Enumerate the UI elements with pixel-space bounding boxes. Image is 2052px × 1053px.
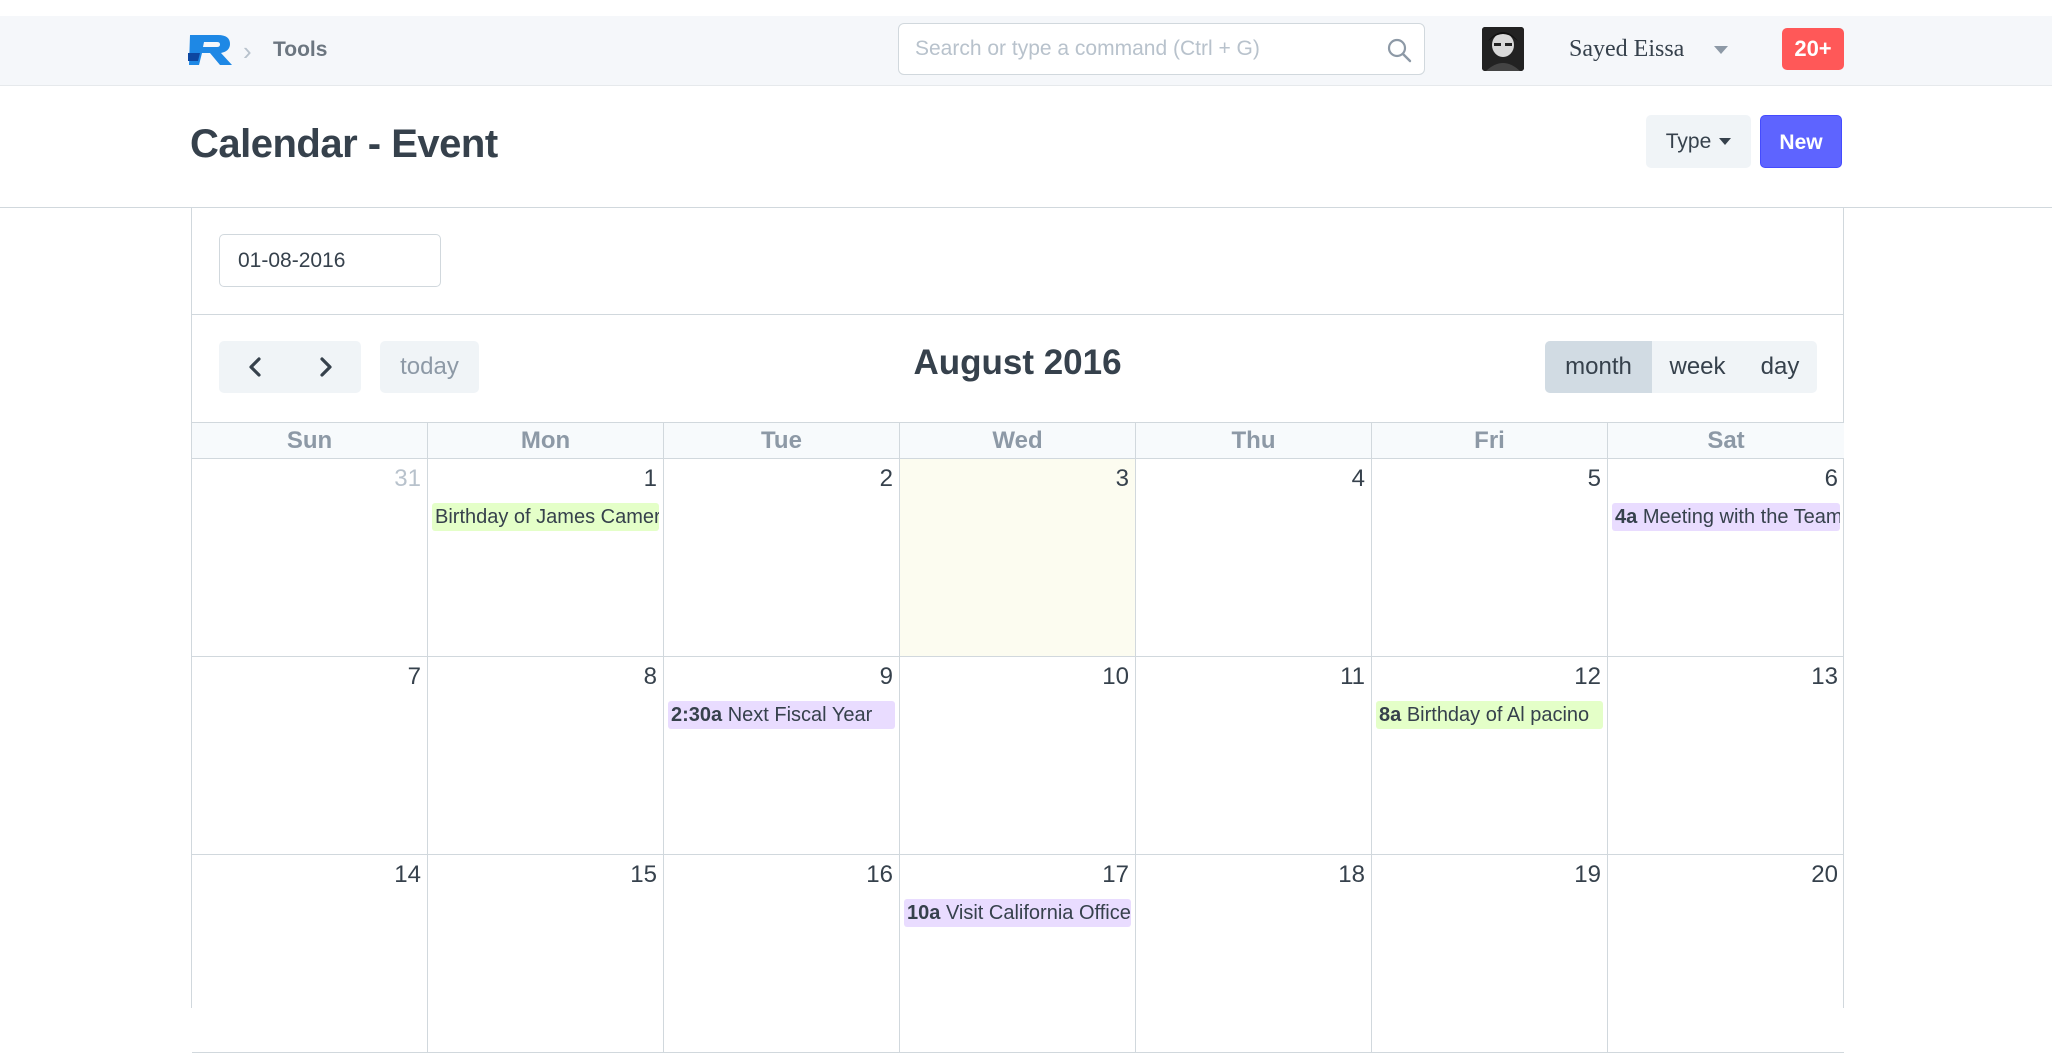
event-time: 4a [1615,506,1638,528]
day-number: 8 [643,663,657,690]
day-number: 12 [1574,663,1601,690]
weekday-header: Sat [1707,427,1745,454]
page-header: Calendar - Event Type New [0,86,2052,208]
search-input[interactable] [915,24,1365,74]
day-cell[interactable]: 20 [1608,855,1844,1052]
week-row: 14 15 16 17 10a Visit California Office 18 19 2… [192,855,1844,1053]
type-dropdown-button[interactable]: Type [1646,115,1751,168]
app-logo-icon[interactable] [188,31,234,67]
day-cell[interactable]: 16 [664,855,900,1052]
day-number: 14 [394,861,421,888]
day-number: 2 [879,465,893,492]
day-number: 6 [1824,465,1838,492]
avatar[interactable] [1482,27,1524,71]
event-title: Birthday of Al pacino [1406,704,1590,726]
month-grid: Sun Mon Tue Wed Thu Fri Sat 31 1 Birthday of Jam… [192,422,1844,1053]
day-cell[interactable]: 7 [192,657,428,854]
calendar-event[interactable]: 4a Meeting with the Team [1612,503,1840,531]
day-number: 19 [1574,861,1601,888]
calendar-event[interactable]: 2:30a Next Fiscal Year [668,701,895,729]
weekday-header: Tue [664,423,900,458]
calendar-event[interactable]: 8a Birthday of Al pacino [1376,701,1603,729]
calendar-event[interactable]: 10a Visit California Office [904,899,1131,927]
day-number: 7 [407,663,421,690]
calendar-event[interactable]: Birthday of James Cameron [432,503,659,531]
day-number: 10 [1102,663,1129,690]
event-title: Visit California Office [945,902,1131,924]
day-cell[interactable]: 10 [900,657,1136,854]
user-name[interactable]: Sayed Eissa [1569,36,1684,63]
day-number: 5 [1587,465,1601,492]
day-cell[interactable]: 8 [428,657,664,854]
weekday-header: Thu [1136,423,1372,458]
day-cell[interactable]: 11 [1136,657,1372,854]
date-filter-input[interactable] [219,234,441,287]
notification-badge[interactable]: 20+ [1782,28,1844,70]
day-number: 18 [1338,861,1365,888]
day-number: 16 [866,861,893,888]
day-cell[interactable]: 9 2:30a Next Fiscal Year [664,657,900,854]
day-number: 17 [1102,861,1129,888]
day-cell[interactable]: 17 10a Visit California Office [900,855,1136,1052]
day-cell[interactable]: 2 [664,459,900,656]
day-cell[interactable]: 15 [428,855,664,1052]
search-icon[interactable] [1386,37,1412,63]
day-number: 9 [879,663,893,690]
day-cell[interactable]: 19 [1372,855,1608,1052]
user-menu-caret-icon[interactable] [1714,46,1728,54]
weekday-header: Sun [192,423,428,458]
weekday-header: Fri [1372,423,1608,458]
search-bar [898,23,1425,75]
day-cell[interactable]: 5 [1372,459,1608,656]
week-row: 31 1 Birthday of James Cameron 2 3 4 5 6 4a Meet… [192,459,1844,657]
weekday-header: Mon [428,423,664,458]
view-month-button[interactable]: month [1545,341,1652,393]
day-cell-today[interactable]: 3 [900,459,1136,656]
event-time: 2:30a [671,704,723,726]
day-cell[interactable]: 12 8a Birthday of Al pacino [1372,657,1608,854]
avatar-image-icon [1482,27,1524,71]
page-title: Calendar - Event [190,122,498,166]
filter-row [192,208,1843,315]
event-title: Meeting with the Team [1642,506,1840,528]
event-title: Birthday of James Cameron [435,506,659,528]
day-cell[interactable]: 18 [1136,855,1372,1052]
view-week-button[interactable]: week [1652,341,1743,393]
day-number: 15 [630,861,657,888]
day-cell[interactable]: 31 [192,459,428,656]
weekday-header: Wed [900,423,1136,458]
calendar-toolbar: today August 2016 month week day [192,315,1843,430]
view-switcher: month week day [1545,341,1817,393]
day-cell[interactable]: 4 [1136,459,1372,656]
weekday-header-row: Sun Mon Tue Wed Thu Fri Sat [192,422,1844,459]
day-number: 20 [1811,861,1838,888]
day-number: 1 [643,465,657,492]
day-number: 4 [1351,465,1365,492]
event-time: 8a [1379,704,1402,726]
week-row: 7 8 9 2:30a Next Fiscal Year 10 11 12 8a Birthd… [192,657,1844,855]
day-cell[interactable]: 6 4a Meeting with the Team [1608,459,1844,656]
day-number: 13 [1811,663,1838,690]
new-button[interactable]: New [1760,115,1842,168]
breadcrumb-tools[interactable]: Tools [273,38,327,62]
day-cell[interactable]: 14 [192,855,428,1052]
view-day-button[interactable]: day [1743,341,1817,393]
day-number: 11 [1340,663,1365,690]
day-cell[interactable]: 13 [1608,657,1844,854]
breadcrumb-separator-icon: › [243,36,252,66]
event-title: Next Fiscal Year [727,704,873,726]
navbar: › Tools Sayed Eissa 20+ [0,16,2052,86]
day-number: 31 [394,465,421,492]
day-cell[interactable]: 1 Birthday of James Cameron [428,459,664,656]
calendar-frame: today August 2016 month week day SunMonT… [191,208,1844,1053]
type-button-label: Type [1665,129,1712,153]
caret-down-icon [1719,138,1732,145]
event-time: 10a [907,902,941,924]
day-number: 3 [1115,465,1129,492]
